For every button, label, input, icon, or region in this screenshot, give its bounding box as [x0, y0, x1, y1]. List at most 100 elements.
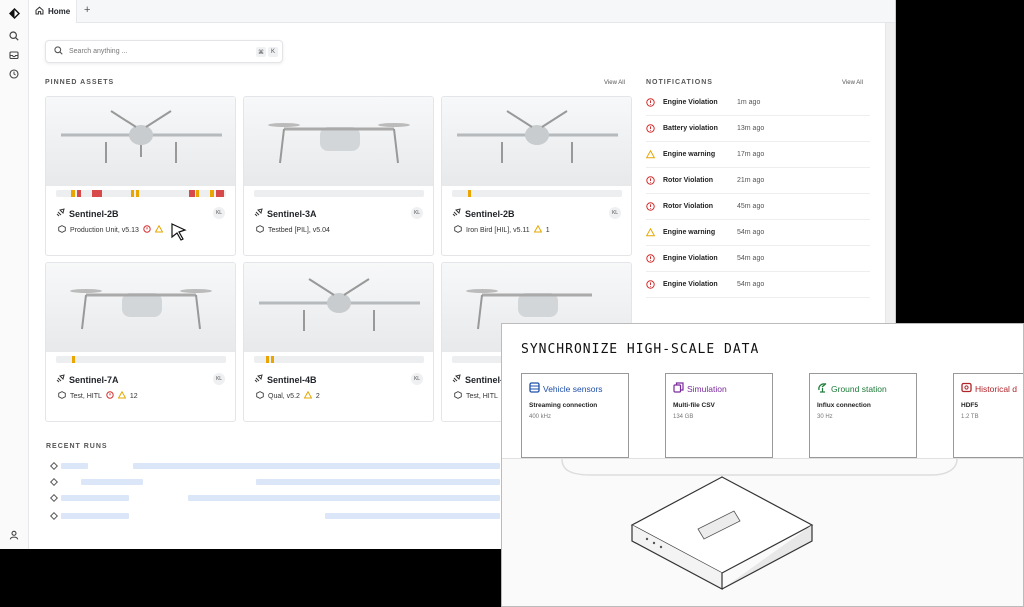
asset-card[interactable]: Sentinel-3A KL Testbed [PIL], v5.04 — [243, 96, 434, 256]
asset-name: Sentinel-3A — [254, 208, 317, 219]
diamond-icon — [50, 462, 58, 470]
owner-avatar: KL — [609, 207, 621, 219]
cube-icon — [256, 391, 264, 401]
source-subtitle: Influx connection — [817, 402, 871, 409]
source-value: 30 Hz — [817, 414, 833, 420]
drone-image — [46, 263, 235, 352]
source-card-vehicle-sensors[interactable]: Vehicle sensors Streaming connection 400… — [521, 373, 629, 458]
asset-meta: Iron Bird [HIL], v5.11 1 — [454, 224, 550, 235]
source-card-simulation[interactable]: Simulation Multi-file CSV 134 GB — [665, 373, 773, 458]
tab-bar: Home + — [29, 0, 895, 23]
cube-icon — [454, 225, 462, 235]
notification-item[interactable]: Battery violation 13m ago — [646, 116, 870, 142]
source-header: Ground station — [817, 382, 887, 395]
notification-item[interactable]: Rotor Violation 21m ago — [646, 168, 870, 194]
notification-item[interactable]: Engine warning 17m ago — [646, 142, 870, 168]
mouse-cursor-icon — [171, 223, 187, 241]
source-card-ground-station[interactable]: Ground station Influx connection 30 Hz — [809, 373, 917, 458]
error-icon — [646, 202, 656, 211]
search-input[interactable]: Search anything ... ⌘ K — [45, 40, 283, 63]
satellite-icon — [452, 208, 461, 219]
pinned-assets-title: PINNED ASSETS — [45, 79, 115, 86]
run-row[interactable] — [50, 494, 500, 503]
error-icon — [646, 124, 656, 133]
source-value: 134 GB — [673, 414, 694, 420]
archive-icon — [961, 382, 972, 395]
diamond-icon — [50, 512, 58, 520]
satellite-icon — [452, 374, 461, 385]
warning-icon — [117, 390, 127, 401]
error-icon — [646, 254, 656, 263]
asset-card[interactable]: Sentinel-2B KL Iron Bird [HIL], v5.11 1 — [441, 96, 632, 256]
drone-image — [442, 97, 631, 186]
drone-image — [244, 263, 433, 352]
search-placeholder: Search anything ... — [69, 48, 128, 55]
error-icon — [143, 225, 151, 235]
cube-icon — [58, 225, 66, 235]
asset-card[interactable]: Sentinel-7A KL Test, HITL 12 — [45, 262, 236, 422]
run-row[interactable] — [50, 478, 500, 487]
source-subtitle: Multi-file CSV — [673, 402, 715, 409]
diamond-icon — [50, 494, 58, 502]
notifications-view-all-link[interactable]: View All — [842, 80, 863, 86]
history-icon[interactable] — [7, 67, 21, 81]
asset-meta: Testbed [PIL], v5.04 — [256, 225, 330, 235]
source-value: 400 kHz — [529, 414, 552, 420]
source-card-historical-data[interactable]: Historical d HDF5 1.2 TB — [953, 373, 1023, 458]
source-header: Historical d — [961, 382, 1017, 395]
warning-icon — [154, 224, 164, 235]
warning-icon — [533, 224, 543, 235]
pinned-view-all-link[interactable]: View All — [604, 80, 625, 86]
alert-count: 12 — [129, 392, 138, 400]
timeline-strip — [254, 356, 424, 363]
warning-icon — [646, 150, 656, 159]
diamond-icon — [50, 478, 58, 486]
ground-station-icon — [817, 382, 828, 395]
asset-name: Sentinel-2B — [56, 208, 119, 219]
asset-meta: Test, HITL — [454, 391, 498, 401]
left-rail — [0, 0, 29, 549]
timeline-strip — [56, 190, 226, 197]
home-icon — [35, 6, 44, 17]
logo-icon[interactable] — [7, 6, 21, 20]
error-icon — [646, 98, 656, 107]
error-icon — [646, 176, 656, 185]
run-row[interactable] — [50, 512, 500, 521]
tab-home[interactable]: Home — [29, 0, 77, 23]
user-icon[interactable] — [7, 528, 21, 542]
error-icon — [106, 391, 114, 401]
inbox-icon[interactable] — [7, 48, 21, 62]
source-subtitle: Streaming connection — [529, 402, 598, 409]
owner-avatar: KL — [411, 373, 423, 385]
hardware-device-illustration — [561, 458, 958, 590]
search-icon[interactable] — [7, 29, 21, 43]
notification-item[interactable]: Engine Violation 1m ago — [646, 90, 870, 116]
notification-item[interactable]: Engine Violation 54m ago — [646, 272, 870, 298]
asset-card[interactable]: Sentinel-2B KL Production Unit, v5.13 — [45, 96, 236, 256]
new-tab-button[interactable]: + — [84, 4, 90, 16]
source-header: Simulation — [673, 382, 727, 395]
asset-meta: Production Unit, v5.13 — [58, 224, 164, 235]
owner-avatar: KL — [213, 207, 225, 219]
satellite-icon — [254, 208, 263, 219]
run-row[interactable] — [50, 462, 500, 471]
drone-image — [244, 97, 433, 186]
shortcut-k-key: K — [268, 47, 278, 57]
asset-card[interactable]: Sentinel-4B KL Qual, v5.2 2 — [243, 262, 434, 422]
notification-item[interactable]: Engine warning 54m ago — [646, 220, 870, 246]
overlay-title: SYNCHRONIZE HIGH-SCALE DATA — [521, 342, 760, 357]
owner-avatar: KL — [213, 373, 225, 385]
notification-item[interactable]: Engine Violation 54m ago — [646, 246, 870, 272]
notification-item[interactable]: Rotor Violation 45m ago — [646, 194, 870, 220]
recent-runs-title: RECENT RUNS — [46, 443, 108, 450]
cube-icon — [58, 391, 66, 401]
satellite-icon — [56, 374, 65, 385]
timeline-strip — [56, 356, 226, 363]
search-icon — [54, 46, 63, 57]
satellite-icon — [56, 208, 65, 219]
satellite-icon — [254, 374, 263, 385]
warning-icon — [646, 228, 656, 237]
database-icon — [529, 382, 540, 395]
tab-home-label: Home — [48, 7, 71, 16]
asset-meta: Test, HITL 12 — [58, 390, 138, 401]
